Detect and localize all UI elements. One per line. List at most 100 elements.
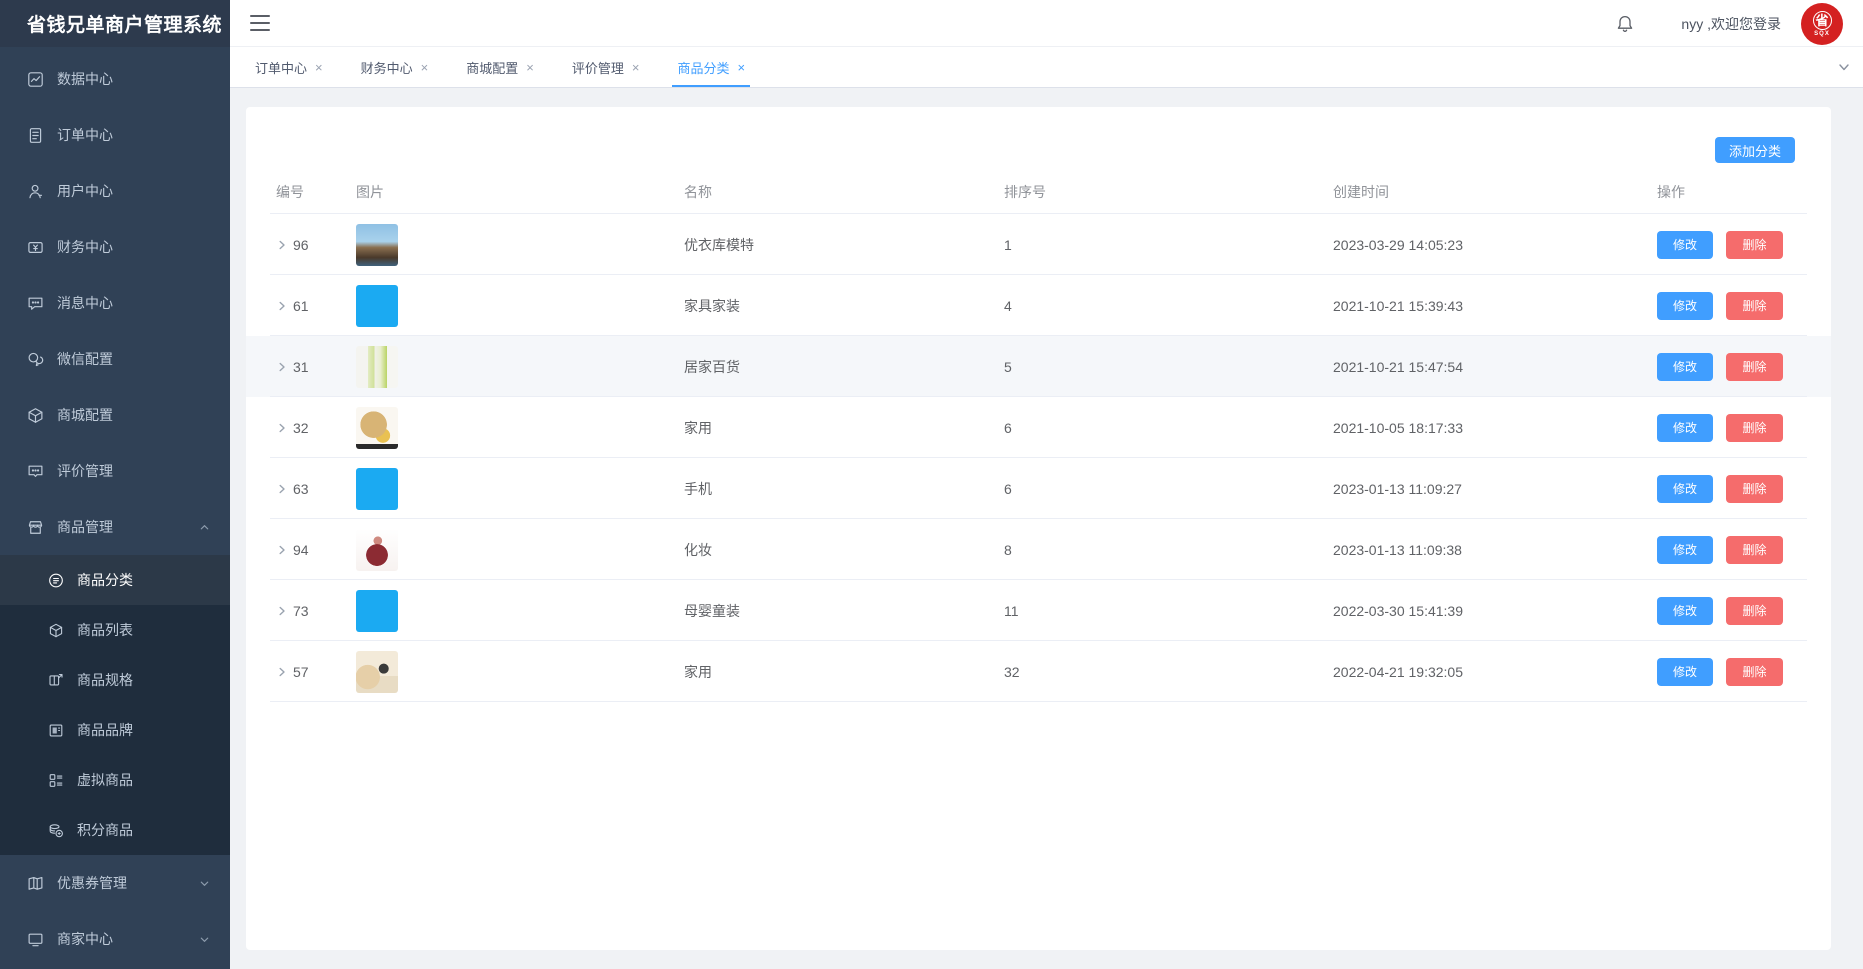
cell-image [356,590,684,632]
cell-image [356,346,684,388]
tab-mall-config[interactable]: 商城配置× [466,47,534,87]
tab-order-center[interactable]: 订单中心× [255,47,323,87]
delete-button[interactable]: 删除 [1726,658,1783,686]
sidebar-item-mall-config[interactable]: 商城配置 [0,387,230,443]
expand-row-icon[interactable] [276,300,288,312]
category-id: 32 [293,420,309,436]
notification-bell-icon[interactable] [1615,14,1635,34]
delete-button[interactable]: 删除 [1726,414,1783,442]
tab-close-icon[interactable]: × [526,61,534,74]
cell-image [356,529,684,571]
sidebar-subitem-label: 积分商品 [77,820,133,840]
sidebar-subitem-points-goods[interactable]: 积分商品 [0,805,230,855]
cell-id: 57 [276,664,356,680]
delete-button[interactable]: 删除 [1726,597,1783,625]
goods-manage-icon [27,519,44,536]
sidebar-item-label: 微信配置 [57,349,113,369]
category-name: 优衣库模特 [684,235,1004,255]
hamburger-menu-icon[interactable] [250,15,270,31]
add-category-button[interactable]: 添加分类 [1715,137,1795,163]
category-created-time: 2023-01-13 11:09:38 [1333,542,1657,558]
cell-id: 31 [276,359,356,375]
sidebar-subitem-goods-category[interactable]: 商品分类 [0,555,230,605]
sidebar-subitem-goods-spec[interactable]: 商品规格 [0,655,230,705]
expand-row-icon[interactable] [276,605,288,617]
sidebar-subitem-goods-list[interactable]: 商品列表 [0,605,230,655]
delete-button[interactable]: 删除 [1726,475,1783,503]
sidebar-item-wechat-config[interactable]: 微信配置 [0,331,230,387]
category-created-time: 2023-03-29 14:05:23 [1333,237,1657,253]
sidebar-item-message-center[interactable]: 消息中心 [0,275,230,331]
tab-close-icon[interactable]: × [315,61,323,74]
edit-button[interactable]: 修改 [1657,475,1713,503]
category-name: 居家百货 [684,357,1004,377]
cell-image [356,468,684,510]
sidebar-subitem-virtual-goods[interactable]: 虚拟商品 [0,755,230,805]
delete-button[interactable]: 删除 [1726,536,1783,564]
cell-id: 61 [276,298,356,314]
app-logo-title: 省钱兄单商户管理系统 [0,0,230,47]
sidebar-item-finance-center[interactable]: 财务中心 [0,219,230,275]
sidebar-item-coupon-manage[interactable]: 优惠券管理 [0,855,230,911]
tab-review-manage[interactable]: 评价管理× [572,47,640,87]
tab-close-icon[interactable]: × [737,61,745,74]
goods-brand-icon [48,722,64,738]
edit-button[interactable]: 修改 [1657,292,1713,320]
sidebar-item-review-manage[interactable]: 评价管理 [0,443,230,499]
category-created-time: 2022-04-21 19:32:05 [1333,664,1657,680]
delete-button[interactable]: 删除 [1726,231,1783,259]
sidebar-item-data-center[interactable]: 数据中心 [0,51,230,107]
category-id: 94 [293,542,309,558]
virtual-goods-icon [48,772,64,788]
sidebar-item-label: 消息中心 [57,293,113,313]
sidebar-item-goods-manage[interactable]: 商品管理 [0,499,230,555]
column-header: 编号 [276,182,356,202]
tab-close-icon[interactable]: × [421,61,429,74]
category-created-time: 2021-10-21 15:39:43 [1333,298,1657,314]
expand-row-icon[interactable] [276,544,288,556]
edit-button[interactable]: 修改 [1657,597,1713,625]
category-sort: 32 [1004,664,1333,680]
delete-button[interactable]: 删除 [1726,353,1783,381]
sidebar-subitem-label: 商品分类 [77,570,133,590]
delete-button[interactable]: 删除 [1726,292,1783,320]
avatar[interactable]: 省 SQX [1801,3,1843,45]
mall-config-icon [27,407,44,424]
finance-center-icon [27,239,44,256]
card-toolbar: 添加分类 [246,107,1831,163]
main-area: nyy ,欢迎您登录 省 SQX 订单中心×财务中心×商城配置×评价管理×商品分… [230,0,1863,969]
cell-actions: 修改删除 [1657,231,1783,259]
expand-row-icon[interactable] [276,422,288,434]
sidebar-item-label: 商城配置 [57,405,113,425]
tab-bar: 订单中心× 财务中心× 商城配置× 评价管理× 商品分类× [230,47,1863,88]
edit-button[interactable]: 修改 [1657,353,1713,381]
cell-actions: 修改删除 [1657,414,1783,442]
chevron-down-icon[interactable] [1837,47,1851,87]
edit-button[interactable]: 修改 [1657,414,1713,442]
sidebar-item-order-center[interactable]: 订单中心 [0,107,230,163]
category-id: 57 [293,664,309,680]
tab-finance-center[interactable]: 财务中心× [361,47,429,87]
merchant-center-icon [27,931,44,948]
category-id: 31 [293,359,309,375]
expand-row-icon[interactable] [276,483,288,495]
edit-button[interactable]: 修改 [1657,658,1713,686]
edit-button[interactable]: 修改 [1657,231,1713,259]
sidebar-item-user-center[interactable]: 用户中心 [0,163,230,219]
sidebar-item-merchant-center[interactable]: 商家中心 [0,911,230,967]
edit-button[interactable]: 修改 [1657,536,1713,564]
table-row: 63手机62023-01-13 11:09:27修改删除 [246,458,1831,519]
table-row: 73母婴童装112022-03-30 15:41:39修改删除 [246,580,1831,641]
expand-row-icon[interactable] [276,239,288,251]
tab-close-icon[interactable]: × [632,61,640,74]
review-manage-icon [27,463,44,480]
category-id: 73 [293,603,309,619]
cell-id: 32 [276,420,356,436]
sidebar-subitem-goods-brand[interactable]: 商品品牌 [0,705,230,755]
expand-row-icon[interactable] [276,666,288,678]
cell-id: 63 [276,481,356,497]
expand-row-icon[interactable] [276,361,288,373]
cell-actions: 修改删除 [1657,353,1783,381]
category-sort: 6 [1004,420,1333,436]
tab-goods-category[interactable]: 商品分类× [677,47,745,87]
